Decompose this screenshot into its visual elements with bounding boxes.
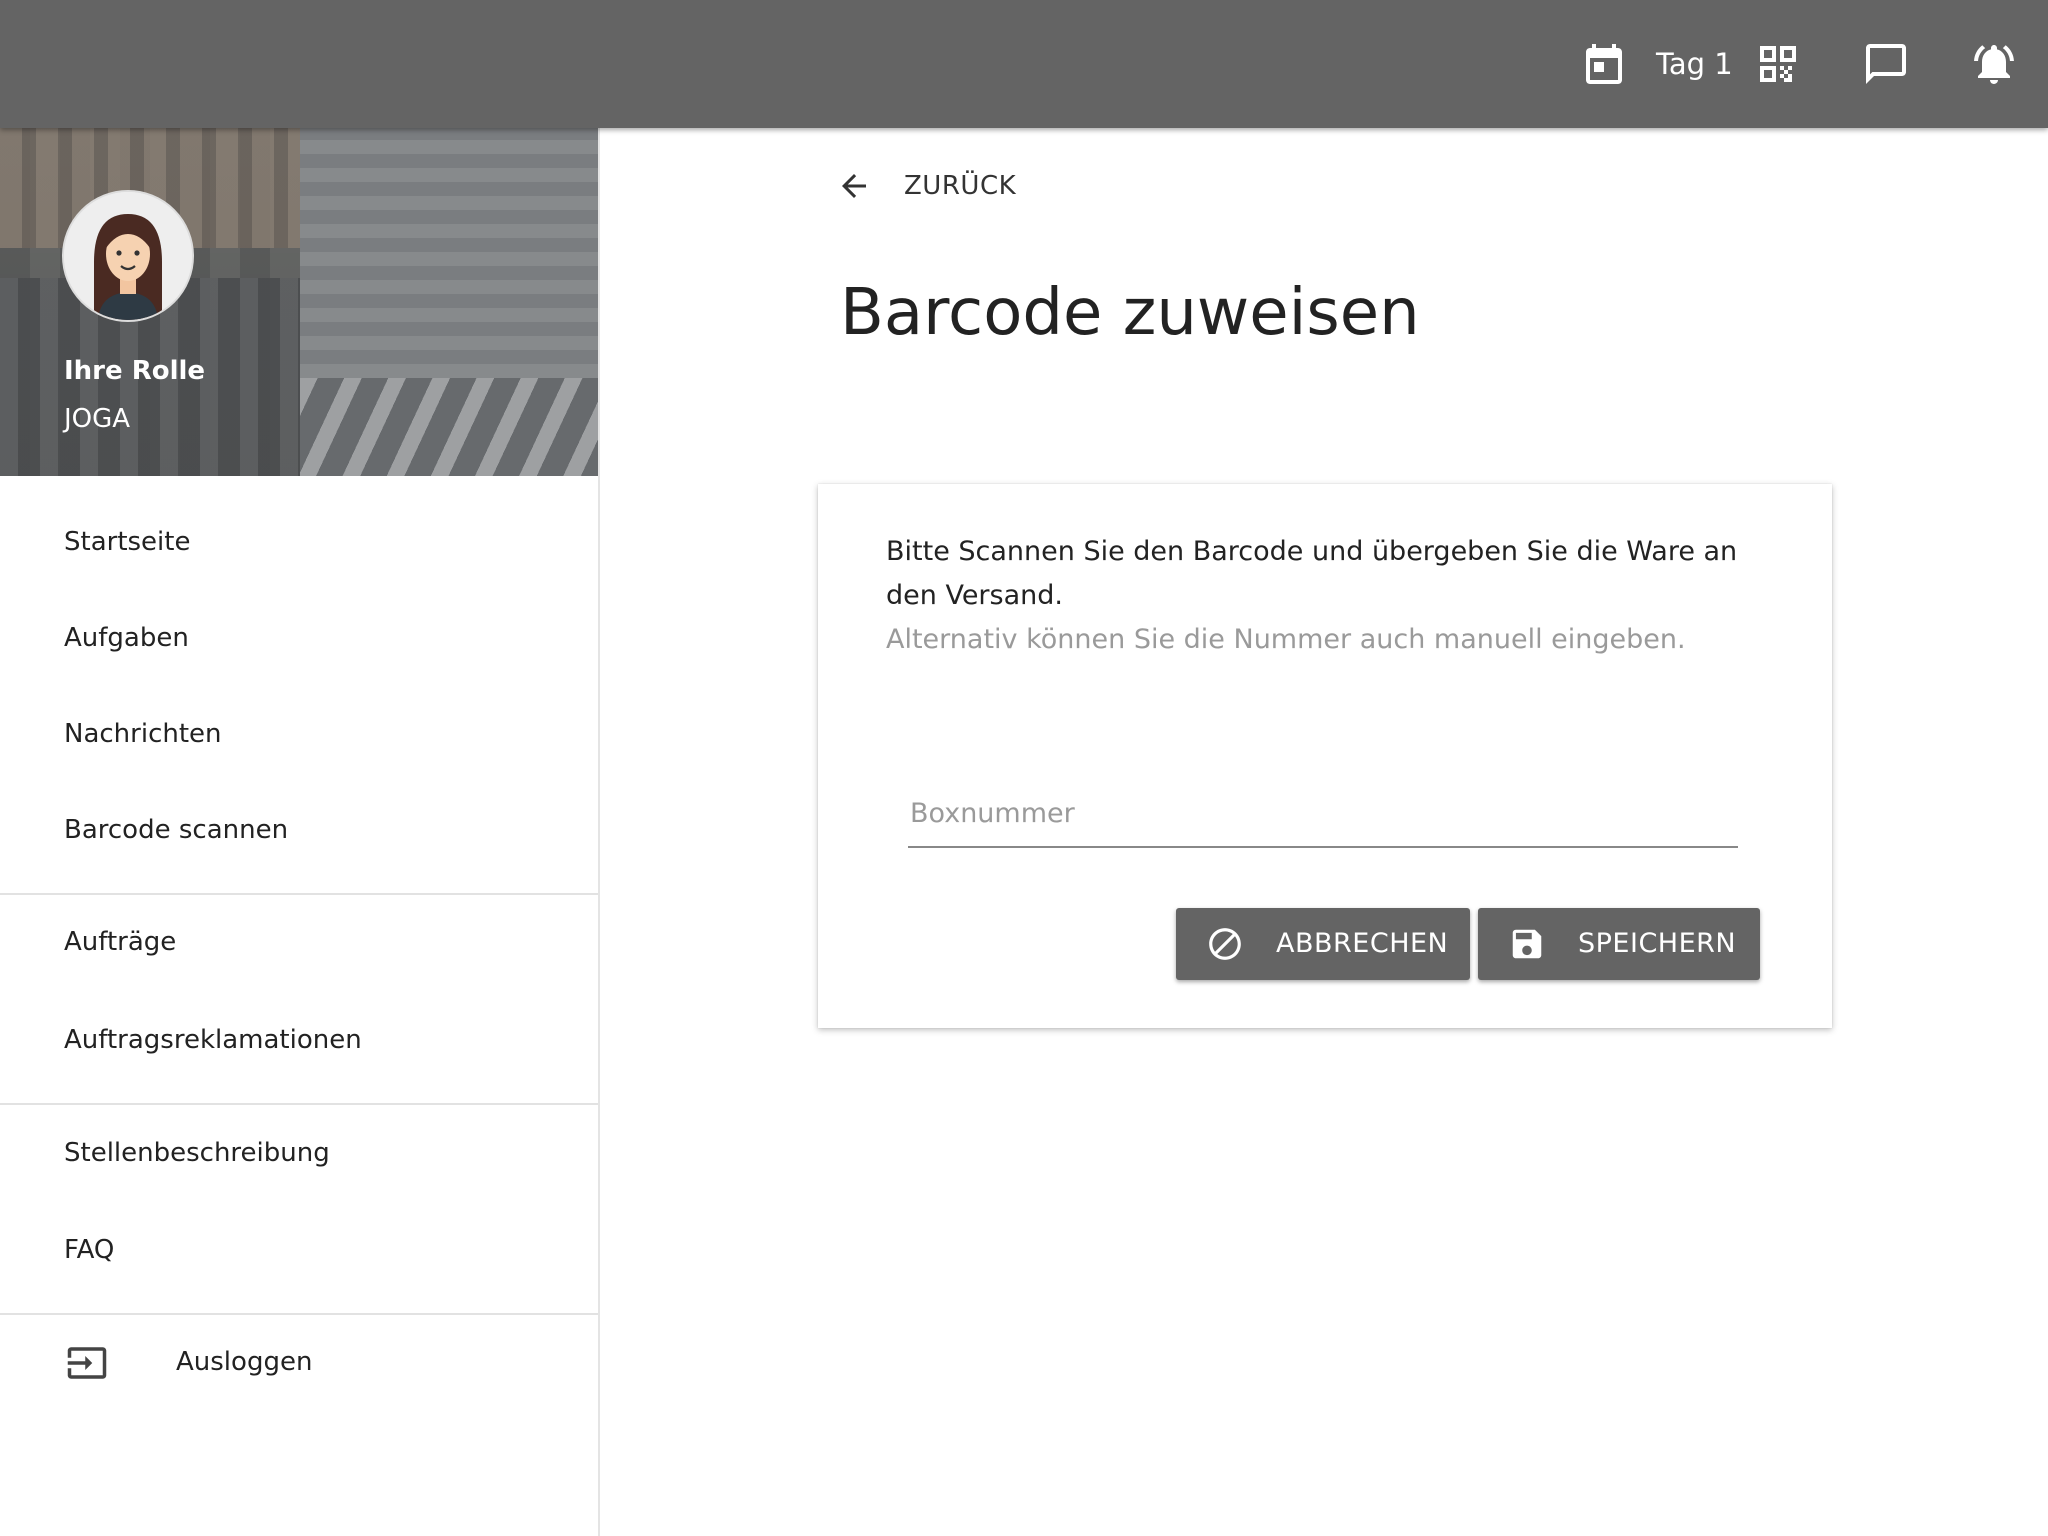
- logout-icon[interactable]: [66, 1342, 108, 1384]
- app-bar: Tag 1: [0, 0, 2048, 128]
- nav-item-faq[interactable]: FAQ: [0, 1210, 598, 1290]
- instruction-text: Bitte Scannen Sie den Barcode und überge…: [886, 536, 1738, 611]
- back-label: ZURÜCK: [904, 171, 1017, 201]
- avatar: [62, 190, 194, 322]
- message-icon[interactable]: [1860, 38, 1912, 90]
- cancel-button[interactable]: ABBRECHEN: [1176, 908, 1470, 980]
- barcode-card: Bitte Scannen Sie den Barcode und überge…: [818, 484, 1832, 1028]
- nav-item-aufgaben[interactable]: Aufgaben: [0, 598, 598, 678]
- nav-item-nachrichten[interactable]: Nachrichten: [0, 694, 598, 774]
- page-title: Barcode zuweisen: [840, 276, 1420, 350]
- cancel-button-label: ABBRECHEN: [1276, 928, 1449, 959]
- header-background-image-part: [300, 128, 598, 378]
- arrow-back-icon: [842, 174, 866, 198]
- boxnummer-input[interactable]: [908, 780, 1738, 848]
- calendar-icon[interactable]: [1578, 38, 1630, 90]
- nav-item-startseite[interactable]: Startseite: [0, 502, 598, 582]
- nav-divider: [0, 1103, 598, 1105]
- sidebar: Ihre Rolle JOGA Startseite Aufgaben Nach…: [0, 128, 600, 1536]
- nav-item-auftragsreklamationen[interactable]: Auftragsreklamationen: [0, 1000, 598, 1080]
- nav-item-auftraege[interactable]: Aufträge: [0, 902, 598, 982]
- qr-code-icon[interactable]: [1752, 38, 1804, 90]
- role-title: Ihre Rolle: [64, 356, 206, 386]
- nav-item-stellenbeschreibung[interactable]: Stellenbeschreibung: [0, 1113, 598, 1193]
- header-background-image-part: [300, 378, 598, 476]
- profile-header: Ihre Rolle JOGA: [0, 128, 598, 476]
- nav-divider: [0, 893, 598, 895]
- save-button[interactable]: SPEICHERN: [1478, 908, 1760, 980]
- back-link[interactable]: ZURÜCK: [836, 168, 1016, 204]
- role-name: JOGA: [64, 404, 131, 434]
- notification-bell-icon[interactable]: [1968, 38, 2020, 90]
- day-label: Tag 1: [1656, 47, 1733, 81]
- nav-item-barcode-scannen[interactable]: Barcode scannen: [0, 790, 598, 870]
- block-icon: [1206, 925, 1244, 963]
- nav-divider: [0, 1313, 598, 1315]
- save-button-label: SPEICHERN: [1578, 928, 1737, 959]
- save-icon: [1508, 925, 1546, 963]
- hint-text: Alternativ können Sie die Nummer auch ma…: [886, 624, 1686, 655]
